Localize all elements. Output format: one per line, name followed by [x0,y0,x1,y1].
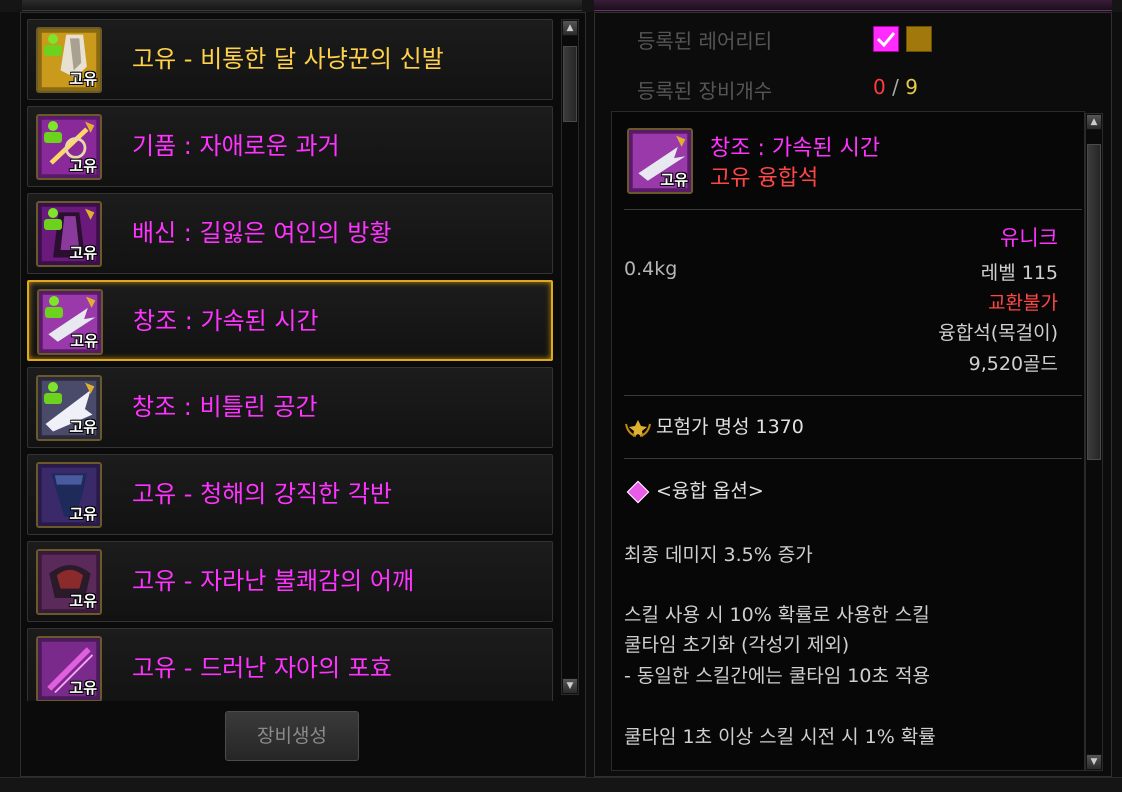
tooltip-item-name: 창조 : 가속된 시간 [710,136,881,161]
item-name: 배신 : 길잃은 여인의 방황 [132,219,392,247]
scroll-up-button[interactable]: ▲ [1086,114,1102,130]
item-list-panel: 고유 고유 - 비통한 달 사냥꾼의 신발 고유 기품 : 자애로운 과거 고유… [20,12,586,777]
item-level: 레벨 115 [980,262,1058,284]
person-icon [44,208,62,230]
scrollbar-thumb[interactable] [563,46,577,122]
fusion-header-text: <융합 옵션> [656,480,764,502]
item-name: 기품 : 자애로운 과거 [132,132,340,160]
item-list: 고유 고유 - 비통한 달 사냥꾼의 신발 고유 기품 : 자애로운 과거 고유… [27,19,557,701]
item-weight: 0.4kg [624,258,678,280]
person-icon [45,296,63,318]
item-icon: 고유 [36,636,102,701]
item-tag: 고유 [69,157,97,175]
person-icon [44,121,62,143]
registered-count-label: 등록된 장비개수 [637,79,773,103]
item-type: 융합석(목걸이) [938,322,1058,344]
count-current: 0 [873,75,886,99]
option-line: 최종 데미지 3.5% 증가 [624,544,813,566]
list-item[interactable]: 고유 기품 : 자애로운 과거 [27,106,553,187]
list-item[interactable]: 고유 창조 : 비틀린 공간 [27,367,553,448]
option-line: 스킬 사용 시 10% 확률로 사용한 스킬 [624,604,930,626]
tooltip-scrollbar[interactable]: ▲ ▼ [1085,113,1103,771]
item-name: 창조 : 가속된 시간 [133,307,319,335]
option-line: 쿨타임 1초 이상 스킬 시전 시 1% 확률 [624,726,936,748]
item-name: 고유 - 비통한 달 사냥꾼의 신발 [132,45,444,73]
item-icon: 고유 [37,289,103,355]
check-icon [876,32,896,48]
adventurer-fame: 모험가 명성 1370 [624,412,804,439]
divider [624,395,1082,396]
person-icon [44,382,62,404]
top-frame [0,0,1122,12]
rarity-checkbox-legendary[interactable] [906,26,932,52]
scroll-down-button[interactable]: ▼ [562,678,578,694]
list-item[interactable]: 고유 고유 - 자라난 불쾌감의 어깨 [27,541,553,622]
item-rarity: 유니크 [1000,226,1058,250]
item-name: 고유 - 드러난 자아의 포효 [132,654,392,682]
right-panel-header [594,0,1112,11]
scroll-up-button[interactable]: ▲ [562,20,578,36]
rarity-checkbox-unique[interactable] [873,26,899,52]
left-panel-header [22,0,582,11]
item-icon: 고유 [36,375,102,441]
list-item[interactable]: 고유 배신 : 길잃은 여인의 방황 [27,193,553,274]
laurel-icon [625,419,651,437]
item-tag: 고유 [69,592,97,610]
diamond-icon [626,480,650,503]
item-name: 고유 - 자라난 불쾌감의 어깨 [132,567,415,595]
item-name: 창조 : 비틀린 공간 [132,393,318,421]
list-item[interactable]: 고유 고유 - 청해의 강직한 각반 [27,454,553,535]
fusion-option-header: <융합 옵션> [624,476,764,503]
count-max: 9 [905,75,918,99]
registered-count: 0 / 9 [873,75,918,99]
item-icon: 고유 [36,201,102,267]
tooltip-item-subtitle: 고유 융합석 [710,166,819,191]
item-trade-status: 교환불가 [988,292,1058,314]
item-icon: 고유 [36,27,102,93]
fame-text: 모험가 명성 1370 [656,416,804,438]
divider [624,209,1082,210]
list-item[interactable]: 고유 고유 - 비통한 달 사냥꾼의 신발 [27,19,553,100]
generate-equipment-button[interactable]: 장비생성 [225,711,359,761]
bottom-frame [0,777,1122,792]
item-tag: 고유 [69,70,97,88]
item-tag: 고유 [69,244,97,262]
item-tag: 고유 [70,332,98,350]
person-icon [44,34,62,56]
divider [624,458,1082,459]
item-list-scrollbar[interactable]: ▲ ▼ [561,19,579,695]
item-icon: 고유 [36,114,102,180]
item-name: 고유 - 청해의 강직한 각반 [132,480,392,508]
item-tag: 고유 [69,679,97,697]
item-tag: 고유 [69,418,97,436]
item-icon: 고유 [36,462,102,528]
scroll-down-button[interactable]: ▼ [1086,754,1102,770]
scrollbar-thumb[interactable] [1087,144,1101,460]
count-separator: / [892,75,899,99]
item-icon: 고유 [36,549,102,615]
item-tag: 고유 [660,171,688,189]
item-price: 9,520골드 [968,353,1058,375]
item-tooltip: 고유 창조 : 가속된 시간 고유 융합석 0.4kg 유니크 레벨 115 교… [611,111,1085,771]
item-tag: 고유 [69,505,97,523]
list-item-selected[interactable]: 고유 창조 : 가속된 시간 [27,280,553,361]
item-icon: 고유 [627,128,693,194]
option-line: 쿨타임 초기화 (각성기 제외) [624,634,850,656]
item-detail-panel: 등록된 레어리티 등록된 장비개수 0 / 9 고유 창조 : 가속된 시간 고… [594,12,1112,777]
registered-rarity-label: 등록된 레어리티 [637,29,773,53]
list-item[interactable]: 고유 고유 - 드러난 자아의 포효 [27,628,553,701]
option-line: - 동일한 스킬간에는 쿨타임 10초 적용 [624,665,930,687]
